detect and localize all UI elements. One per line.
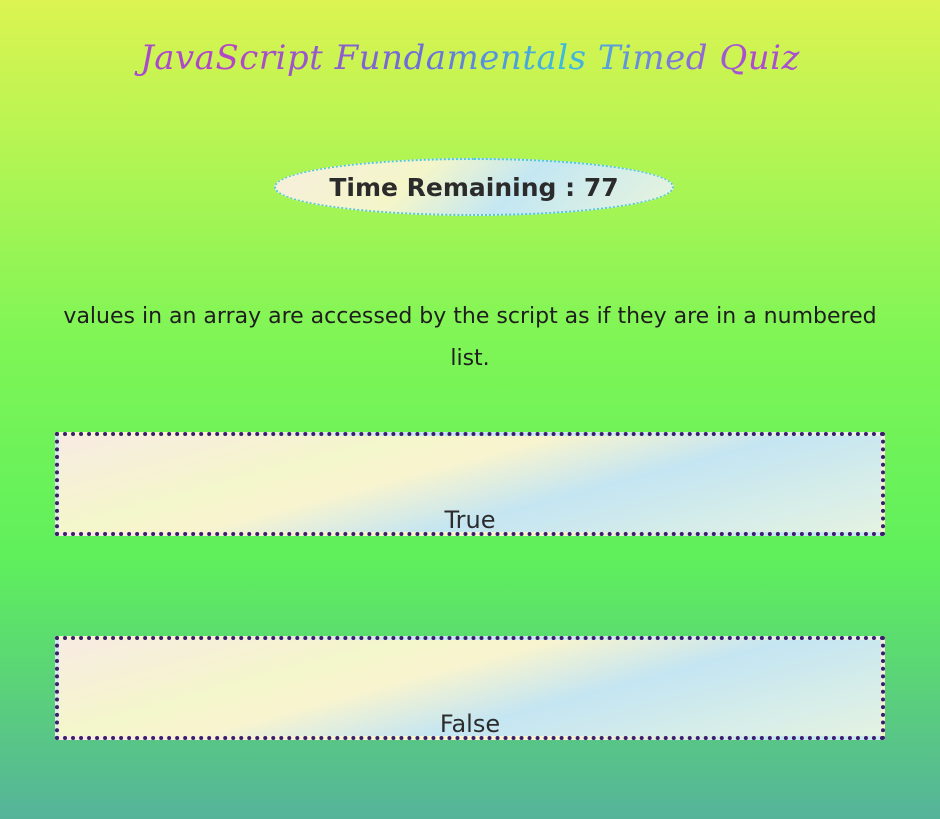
answer-button-true[interactable]: True bbox=[55, 432, 885, 536]
timer-label: Time Remaining : bbox=[329, 172, 584, 202]
question-text: values in an array are accessed by the s… bbox=[63, 304, 877, 371]
answer-label-false: False bbox=[439, 710, 501, 738]
time-remaining-display: Time Remaining : 77 bbox=[274, 158, 674, 216]
answer-label-true: True bbox=[444, 506, 496, 534]
answer-button-false[interactable]: False bbox=[55, 636, 885, 740]
timer-value: 77 bbox=[583, 172, 619, 202]
page-title: JavaScript Fundamentals Timed Quiz bbox=[0, 38, 940, 78]
